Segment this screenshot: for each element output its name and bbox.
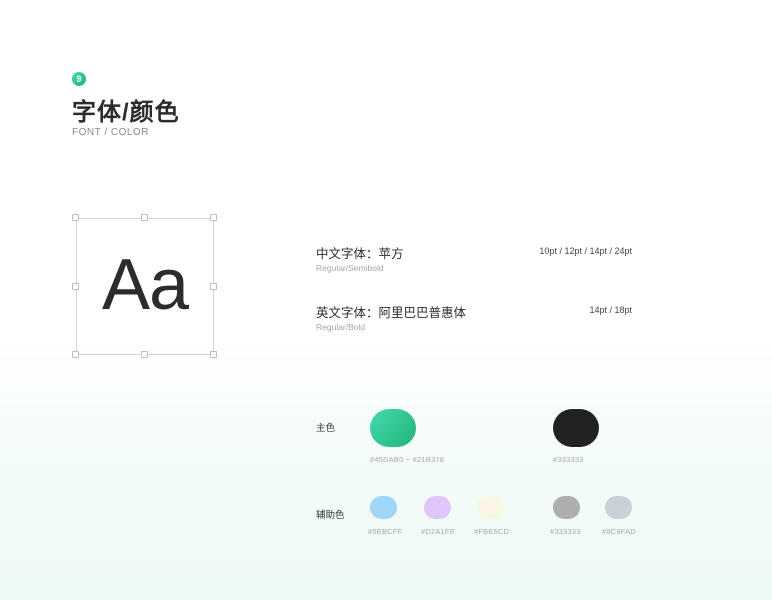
- primary-color-swatch-dark: [553, 409, 599, 447]
- resize-handle-top-left: [72, 214, 79, 221]
- primary-color-label: 主色: [316, 423, 336, 434]
- secondary-color-hex-gray: #333333: [550, 527, 581, 536]
- secondary-color-swatch-gray: [553, 496, 580, 519]
- page-subtitle: FONT / COLOR: [72, 127, 149, 138]
- resize-handle-top-center: [141, 214, 148, 221]
- resize-handle-bottom-center: [141, 351, 148, 358]
- resize-handle-bottom-left: [72, 351, 79, 358]
- primary-color-hex-dark: #333333: [553, 455, 584, 464]
- secondary-color-swatch-slate: [605, 496, 632, 519]
- secondary-color-hex-cream: #FBE5CD: [474, 527, 510, 536]
- secondary-color-swatch-cream: [477, 496, 504, 519]
- primary-color-swatch-green: [370, 409, 416, 447]
- primary-color-hex-green: #45DAB0 ~ #21B378: [370, 455, 445, 464]
- section-number-badge: 9: [72, 72, 86, 86]
- secondary-color-hex-blue: #5EBCFF: [368, 527, 403, 536]
- resize-handle-bottom-right: [210, 351, 217, 358]
- english-font-sizes: 14pt / 18pt: [589, 305, 632, 315]
- english-font-weights: Regular/Bold: [316, 322, 366, 332]
- secondary-color-hex-slate: #8C9FAD: [602, 527, 636, 536]
- chinese-font-name: 中文字体：苹方: [316, 247, 404, 261]
- font-sample-glyphs: Aa: [101, 245, 189, 325]
- chinese-font-sizes: 10pt / 12pt / 14pt / 24pt: [539, 246, 632, 256]
- secondary-color-swatch-blue: [370, 496, 397, 519]
- secondary-color-label: 辅助色: [316, 510, 345, 521]
- page-title: 字体/颜色: [72, 99, 180, 126]
- resize-handle-top-right: [210, 214, 217, 221]
- chinese-font-weights: Regular/Semibold: [316, 263, 384, 273]
- secondary-color-swatch-purple: [424, 496, 451, 519]
- secondary-color-hex-purple: #D2A1FE: [421, 527, 455, 536]
